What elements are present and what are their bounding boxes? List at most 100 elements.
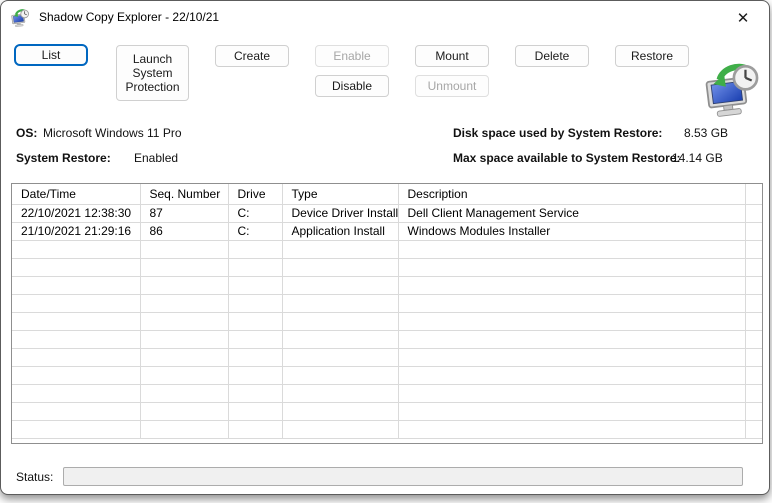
table-cell-filler	[745, 384, 762, 402]
system-restore-label: System Restore:	[16, 151, 111, 165]
system-restore-icon	[11, 8, 30, 27]
table-cell[interactable]: Application Install	[282, 222, 398, 240]
create-button[interactable]: Create	[215, 45, 289, 67]
table-empty-cell	[282, 276, 398, 294]
enable-button[interactable]: Enable	[315, 45, 389, 67]
titlebar[interactable]: Shadow Copy Explorer - 22/10/21 ✕	[1, 1, 769, 33]
disk-used-label: Disk space used by System Restore:	[453, 126, 662, 140]
column-header[interactable]: Date/Time	[12, 184, 140, 204]
table-cell[interactable]: Dell Client Management Service	[398, 204, 745, 222]
table-empty-row	[12, 402, 762, 420]
system-restore-value: Enabled	[134, 151, 178, 165]
table-empty-cell	[282, 312, 398, 330]
max-space-label: Max space available to System Restore:	[453, 151, 680, 165]
table-cell-filler	[745, 258, 762, 276]
column-header[interactable]: Description	[398, 184, 745, 204]
table-empty-cell	[398, 312, 745, 330]
column-header[interactable]: Drive	[228, 184, 282, 204]
max-space-value: 14.14 GB	[672, 151, 723, 165]
shadow-copy-explorer-window: Shadow Copy Explorer - 22/10/21 ✕ List L…	[0, 0, 770, 495]
unmount-button[interactable]: Unmount	[415, 75, 489, 97]
table-empty-cell	[12, 420, 140, 438]
table-cell[interactable]: 87	[140, 204, 228, 222]
status-box	[63, 467, 743, 486]
table-header-row: Date/TimeSeq. NumberDriveTypeDescription	[12, 184, 762, 204]
column-header[interactable]: Type	[282, 184, 398, 204]
table-empty-row	[12, 330, 762, 348]
table-empty-cell	[282, 330, 398, 348]
status-label: Status:	[16, 470, 53, 484]
table-empty-cell	[12, 366, 140, 384]
table-empty-cell	[228, 276, 282, 294]
table-empty-cell	[228, 348, 282, 366]
table-empty-row	[12, 366, 762, 384]
table-empty-row	[12, 420, 762, 438]
table-empty-cell	[228, 384, 282, 402]
table-cell[interactable]: 21/10/2021 21:29:16	[12, 222, 140, 240]
table-empty-cell	[140, 384, 228, 402]
table-empty-cell	[228, 312, 282, 330]
delete-button[interactable]: Delete	[515, 45, 589, 67]
table-row[interactable]: 21/10/2021 21:29:1686C:Application Insta…	[12, 222, 762, 240]
table-cell-filler	[745, 204, 762, 222]
table-cell-filler	[745, 348, 762, 366]
table-empty-cell	[228, 330, 282, 348]
table-empty-cell	[140, 294, 228, 312]
column-header[interactable]: Seq. Number	[140, 184, 228, 204]
table-cell[interactable]: C:	[228, 204, 282, 222]
table-empty-cell	[12, 258, 140, 276]
table-cell-filler	[745, 330, 762, 348]
list-button[interactable]: List	[14, 44, 88, 66]
window-title: Shadow Copy Explorer - 22/10/21	[39, 10, 219, 24]
table-empty-cell	[282, 348, 398, 366]
table-empty-cell	[228, 240, 282, 258]
table-empty-cell	[398, 276, 745, 294]
os-value: Microsoft Windows 11 Pro	[43, 126, 182, 140]
table-empty-cell	[12, 402, 140, 420]
table-empty-cell	[12, 240, 140, 258]
table-empty-cell	[140, 312, 228, 330]
table-cell[interactable]: Device Driver Install	[282, 204, 398, 222]
table-cell[interactable]: 86	[140, 222, 228, 240]
disable-button[interactable]: Disable	[315, 75, 389, 97]
table-empty-cell	[282, 384, 398, 402]
system-restore-icon	[704, 60, 762, 117]
disk-used-value: 8.53 GB	[684, 126, 728, 140]
close-button[interactable]: ✕	[730, 6, 756, 30]
table-empty-cell	[398, 348, 745, 366]
table-cell-filler	[745, 222, 762, 240]
table-empty-cell	[282, 240, 398, 258]
table-empty-cell	[282, 366, 398, 384]
table-row[interactable]: 22/10/2021 12:38:3087C:Device Driver Ins…	[12, 204, 762, 222]
table-cell[interactable]: Windows Modules Installer	[398, 222, 745, 240]
table-cell-filler	[745, 294, 762, 312]
table-empty-cell	[12, 276, 140, 294]
table-empty-cell	[140, 348, 228, 366]
os-label: OS:	[16, 126, 37, 140]
table-empty-cell	[282, 420, 398, 438]
table-empty-cell	[398, 258, 745, 276]
table-empty-row	[12, 276, 762, 294]
table-empty-cell	[398, 366, 745, 384]
table-cell[interactable]: C:	[228, 222, 282, 240]
table-empty-cell	[228, 294, 282, 312]
table-empty-cell	[228, 402, 282, 420]
table-cell-filler	[745, 420, 762, 438]
restore-button[interactable]: Restore	[615, 45, 689, 67]
table-empty-cell	[140, 276, 228, 294]
table-cell[interactable]: 22/10/2021 12:38:30	[12, 204, 140, 222]
table-empty-cell	[12, 294, 140, 312]
mount-button[interactable]: Mount	[415, 45, 489, 67]
table-empty-cell	[398, 420, 745, 438]
table-empty-cell	[140, 402, 228, 420]
table-cell-filler	[745, 240, 762, 258]
table-empty-cell	[12, 330, 140, 348]
table-cell-filler	[745, 402, 762, 420]
table-empty-cell	[282, 258, 398, 276]
table-empty-row	[12, 348, 762, 366]
table-empty-cell	[398, 294, 745, 312]
table-empty-cell	[140, 258, 228, 276]
launch-system-protection-button[interactable]: Launch System Protection	[116, 45, 189, 101]
shadow-copy-table[interactable]: Date/TimeSeq. NumberDriveTypeDescription…	[11, 183, 763, 444]
table-empty-cell	[140, 420, 228, 438]
